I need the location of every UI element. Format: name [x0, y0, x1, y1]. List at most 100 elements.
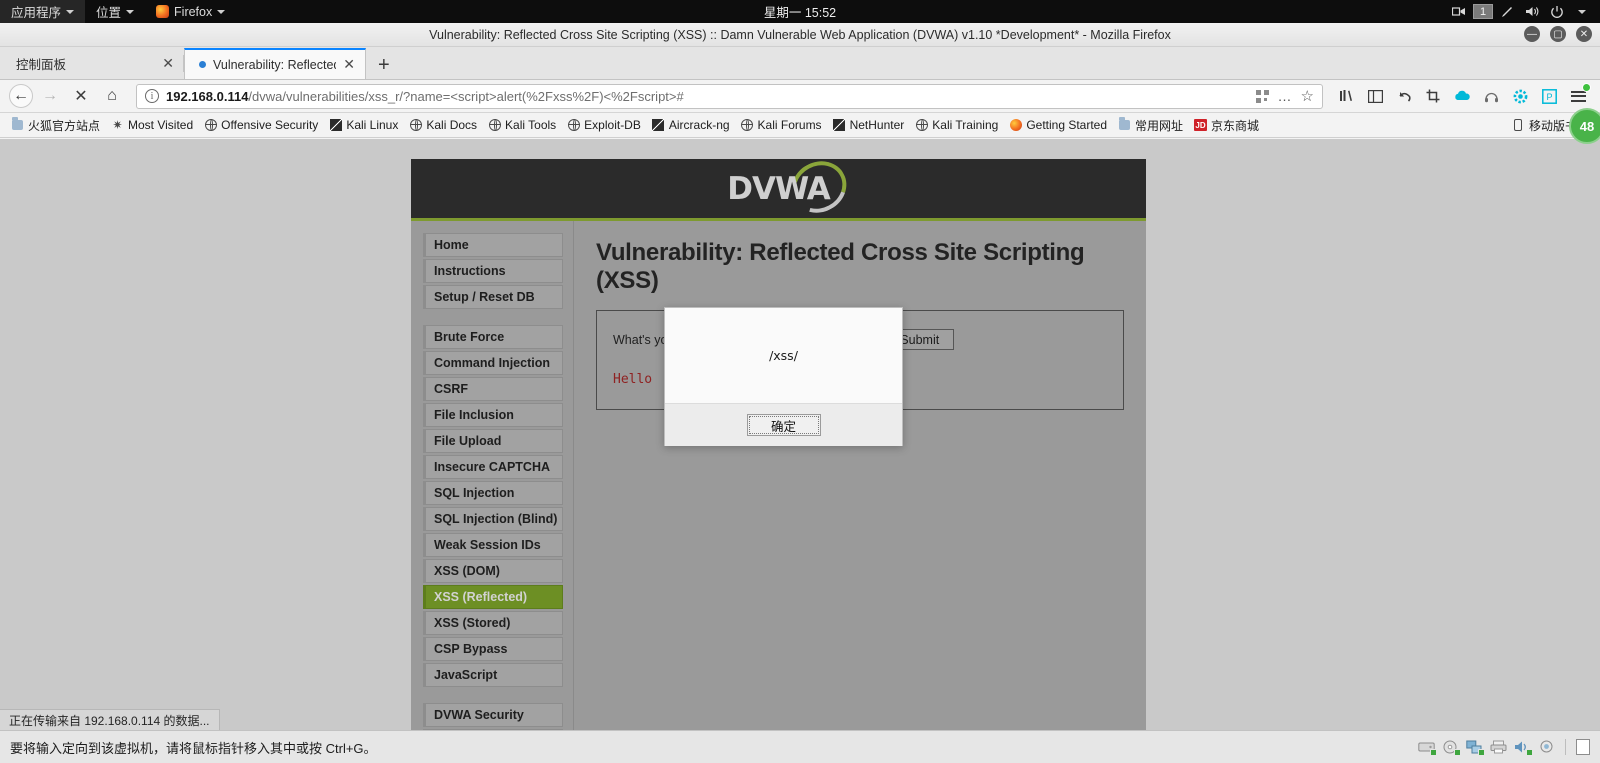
sidebar-item-xss-reflected[interactable]: XSS (Reflected): [423, 585, 563, 609]
bookmark-label: Most Visited: [128, 118, 194, 132]
sidebar-item-setup-reset-db[interactable]: Setup / Reset DB: [423, 285, 563, 309]
dvwa-logo: DVWA: [727, 151, 856, 222]
sound-icon[interactable]: [1514, 740, 1533, 756]
bookmark-item[interactable]: Offensive Security: [199, 116, 323, 134]
tab-control-panel[interactable]: 控制面板 ✕: [2, 48, 184, 79]
stop-loading-icon[interactable]: ✕: [67, 83, 95, 109]
sidebar-item-insecure-captcha[interactable]: Insecure CAPTCHA: [423, 455, 563, 479]
menu-places[interactable]: 位置: [85, 0, 145, 23]
bookmark-item[interactable]: Aircrack-ng: [647, 116, 735, 134]
sidebar-item-home[interactable]: Home: [423, 233, 563, 257]
svg-text:P: P: [1546, 92, 1552, 102]
sidebar-item-dvwa-security[interactable]: DVWA Security: [423, 703, 563, 727]
sidebar-item-file-inclusion[interactable]: File Inclusion: [423, 403, 563, 427]
undo-icon[interactable]: [1391, 83, 1417, 109]
qr-reader-icon[interactable]: [1255, 89, 1269, 103]
chevron-down-icon: [126, 9, 135, 14]
bookmark-item[interactable]: Exploit-DB: [562, 116, 646, 134]
gear-icon[interactable]: [1507, 83, 1533, 109]
alert-ok-button[interactable]: 确定: [746, 414, 821, 436]
tray-chevron-down-icon[interactable]: [1571, 0, 1593, 23]
firefox-icon: [156, 5, 170, 18]
page-title: Vulnerability: Reflected Cross Site Scri…: [596, 239, 1085, 294]
workspace-indicator[interactable]: 1: [1473, 4, 1493, 19]
back-arrow-icon[interactable]: ←: [9, 84, 33, 108]
bookmark-item[interactable]: ✷ Most Visited: [106, 116, 198, 134]
bookmark-item[interactable]: 常用网址: [1113, 115, 1188, 136]
forward-arrow-icon[interactable]: →: [36, 83, 64, 109]
sidebar-item-javascript[interactable]: JavaScript: [423, 663, 563, 687]
site-info-icon[interactable]: i: [145, 89, 159, 103]
tab-loading-dot-icon: [199, 61, 206, 68]
sidebar-item-csrf[interactable]: CSRF: [423, 377, 563, 401]
window-title: Vulnerability: Reflected Cross Site Scri…: [429, 27, 1171, 42]
page-actions-icon[interactable]: …: [1278, 88, 1292, 104]
sidebar-item-xss-stored[interactable]: XSS (Stored): [423, 611, 563, 635]
bookmark-item[interactable]: NetHunter: [828, 116, 910, 134]
harddisk-icon[interactable]: [1418, 740, 1437, 756]
pen-icon[interactable]: [1496, 0, 1518, 23]
sidebar-item-instructions[interactable]: Instructions: [423, 259, 563, 283]
sidebar-item-command-injection[interactable]: Command Injection: [423, 351, 563, 375]
headphone-icon[interactable]: [1478, 83, 1504, 109]
status-bar: 正在传输来自 192.168.0.114 的数据...: [0, 709, 220, 730]
sidebar-item-brute-force[interactable]: Brute Force: [423, 325, 563, 349]
cd-dvd-icon[interactable]: [1442, 740, 1461, 756]
tab-label: Vulnerability: Reflected C: [213, 57, 337, 72]
sidebar-item-xss-dom[interactable]: XSS (DOM): [423, 559, 563, 583]
network-icon[interactable]: [1466, 740, 1485, 756]
globe-icon: [488, 119, 501, 131]
sidebar-icon[interactable]: [1362, 83, 1388, 109]
dvwa-logo-text: DVWA: [727, 170, 831, 207]
sidebar-item-sql-injection-blind[interactable]: SQL Injection (Blind): [423, 507, 563, 531]
tab-close-icon[interactable]: ✕: [343, 56, 355, 73]
bookmark-item[interactable]: Kali Docs: [404, 116, 482, 134]
bookmark-item[interactable]: Kali Linux: [324, 116, 403, 134]
new-tab-button[interactable]: +: [366, 51, 402, 79]
screenshot-crop-icon[interactable]: [1420, 83, 1446, 109]
home-icon[interactable]: ⌂: [98, 83, 126, 109]
pocket-icon[interactable]: P: [1536, 83, 1562, 109]
tab-label: 控制面板: [16, 58, 67, 72]
alert-footer: 确定: [665, 403, 902, 446]
close-button[interactable]: ✕: [1576, 26, 1592, 42]
bookmark-item[interactable]: JD 京东商城: [1189, 115, 1264, 136]
sidebar-divider: [423, 689, 563, 703]
cloud-icon[interactable]: [1449, 83, 1475, 109]
bookmark-item[interactable]: Kali Tools: [483, 116, 561, 134]
bookmark-item[interactable]: Kali Training: [910, 116, 1003, 134]
folder-icon: [12, 117, 23, 130]
alert-body: /xss/: [665, 308, 902, 403]
folder-icon: [1119, 117, 1131, 130]
bookmark-item[interactable]: Kali Forums: [736, 116, 827, 134]
menu-firefox[interactable]: Firefox: [145, 0, 236, 23]
menu-applications[interactable]: 应用程序: [0, 0, 86, 23]
bookmark-label: Exploit-DB: [584, 118, 641, 132]
sidebar-item-sql-injection[interactable]: SQL Injection: [423, 481, 563, 505]
minimize-button[interactable]: —: [1524, 26, 1540, 42]
url-bar[interactable]: i 192.168.0.114/dvwa/vulnerabilities/xss…: [136, 83, 1323, 109]
maximize-button[interactable]: ▢: [1550, 26, 1566, 42]
volume-icon[interactable]: [1521, 0, 1543, 23]
sidebar-item-csp-bypass[interactable]: CSP Bypass: [423, 637, 563, 661]
alert-message: /xss/: [769, 348, 798, 363]
bookmark-star-icon[interactable]: ☆: [1301, 87, 1314, 105]
bookmark-item[interactable]: 火狐官方站点: [6, 115, 105, 136]
sidebar-item-file-upload[interactable]: File Upload: [423, 429, 563, 453]
screencast-icon[interactable]: [1448, 0, 1470, 23]
jd-icon: JD: [1194, 119, 1208, 131]
sidebar-item-weak-session-ids[interactable]: Weak Session IDs: [423, 533, 563, 557]
power-icon[interactable]: [1546, 0, 1568, 23]
document-icon[interactable]: [1576, 739, 1590, 755]
bookmark-item[interactable]: Getting Started: [1004, 116, 1112, 134]
url-path: /dvwa/vulnerabilities/xss_r/?name=<scrip…: [248, 88, 684, 104]
bookmark-label: Offensive Security: [221, 118, 319, 132]
app-menu-button[interactable]: [1565, 83, 1591, 109]
globe-icon: [915, 119, 928, 131]
library-icon[interactable]: [1333, 83, 1359, 109]
bookmark-label: 常用网址: [1135, 118, 1184, 133]
tab-close-icon[interactable]: ✕: [162, 55, 174, 72]
printer-icon[interactable]: [1490, 740, 1507, 754]
tab-vulnerability-xss[interactable]: Vulnerability: Reflected C ✕: [184, 48, 366, 79]
webcam-icon[interactable]: [1538, 740, 1555, 754]
